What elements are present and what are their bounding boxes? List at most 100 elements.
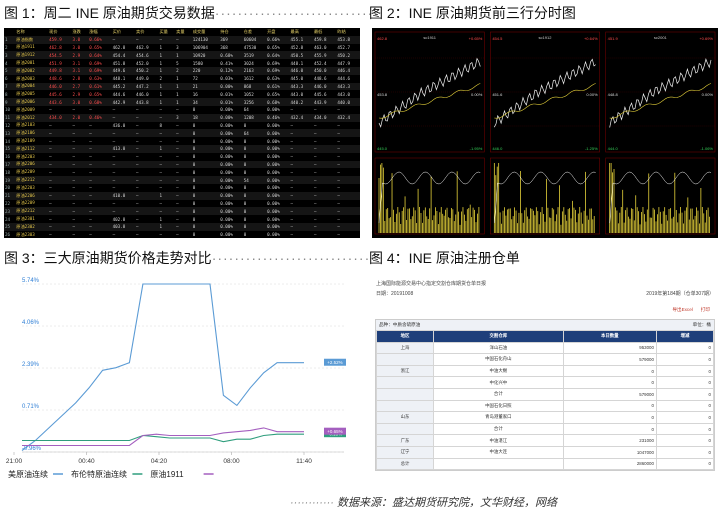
table-cell: — <box>290 122 294 128</box>
table-row[interactable]: 21 原油2206— — —410.0—1—0 0.00% 0 0.00% — — — <box>4 191 360 200</box>
table-cell: 18 <box>5 169 11 175</box>
table-cell: 442.9 <box>111 98 136 106</box>
table-cell: — <box>176 169 179 175</box>
table-cell: 449.8 <box>48 66 72 75</box>
table-row[interactable]: 23 原油2212— — — — — — —0 0.00% 0 0.00% — — — <box>4 207 360 216</box>
table-row[interactable]: 11 原油2012 434.0 2.0 0.46% — — —3 18 0.00% 1208 0.46… <box>4 113 360 122</box>
table-row[interactable]: 8 原油2005 445.6 2.9 0.65% 444.6 446.0 1 1 16 0.01% 1… <box>4 90 360 98</box>
table-cell: — <box>313 185 317 191</box>
print-button[interactable]: 打印 <box>701 307 710 313</box>
table-cell: 22 <box>5 200 11 206</box>
receipt-title: 上海国际能源交易中心指定交割仓库期货仓单日报 <box>376 281 487 287</box>
price-label: 451.6 <box>492 92 503 97</box>
table-cell: 0 <box>242 144 267 153</box>
table-cell: — <box>290 216 294 222</box>
table-row[interactable]: 16 原油2203 — — — — — — — 0 0.00% 0 0.00% — — — <box>4 153 360 161</box>
y-tick-label: -0.96% <box>22 446 42 452</box>
table-cell: 0 <box>192 107 196 113</box>
table-row: 辽宁 中油大连 1047000 0 <box>375 445 715 459</box>
table-cell: 0 <box>243 154 247 160</box>
table-row[interactable]: 15 原油2112— — —413.0—1—0 0.00% 0 0.00% — — — <box>4 144 360 153</box>
table-cell: 231000 <box>562 434 657 447</box>
price-label: 445.0 <box>377 146 388 151</box>
table-row[interactable]: 13 原油2106— — — — — — —0 0.00% 64 0.00% — — — <box>4 129 360 138</box>
table-cell: — <box>71 160 89 169</box>
table-row[interactable]: 19 原油2212— — — — — — —0 0.00% 54 0.00% — — — <box>4 176 360 184</box>
table-row[interactable]: 22 原油2209 — — — — — — — 0 0.00% 0 0.00% — — — <box>4 200 360 208</box>
table-row[interactable]: 1 原油指数 459.9 3.0 0.66% — — — —124130 369 60604 0.66… <box>4 35 360 44</box>
table-cell: 1052 <box>243 91 254 97</box>
table-cell: 中国石化日照 <box>433 399 564 413</box>
table-row[interactable]: 18 原油2209 — — — — — — — 0 0.00% 0 0.00% — — — <box>4 168 360 176</box>
table-cell: 60604 <box>242 35 267 44</box>
table-row[interactable]: 5 原油2002 449.8 3.1 0.69% 449.6 450.2 1 2 220 0.12%… <box>4 66 360 75</box>
table-cell: — <box>159 169 162 175</box>
table-cell: 436.0 <box>112 122 126 128</box>
table-cell: 0.00% <box>267 169 280 175</box>
table-row[interactable]: 25 原油2302— — —403.8—1—0 0.00% 0 0.00% — — — <box>4 222 360 231</box>
y-tick-label: 2.39% <box>22 362 40 368</box>
table-cell: 369 <box>219 35 243 44</box>
table-cell: — <box>175 176 192 184</box>
table-cell: — <box>135 176 159 184</box>
table-cell: 445.6 <box>49 91 62 97</box>
table-cell: 432.4 <box>336 113 360 122</box>
table-cell: — <box>175 207 192 216</box>
price-line <box>378 57 481 128</box>
table-cell: 总计 <box>375 457 435 471</box>
table-cell: 1208 <box>242 113 267 122</box>
table-cell: — <box>71 144 89 153</box>
table-cell: — <box>72 138 76 144</box>
table-cell: 2 <box>175 66 192 75</box>
table-cell: 434.0 <box>312 113 337 122</box>
table-cell: — <box>337 107 340 113</box>
table-cell: 原油2005 <box>16 91 35 97</box>
table-row[interactable]: 4 原油2001 451.9 3.1 0.69% 451.8 452.0 1 5 1580 0.41… <box>4 59 360 67</box>
table-row[interactable]: 20 原油2203 — — — — — — — 0 0.00% 0 0.00% — — — <box>4 184 360 192</box>
table-cell: 0.65% <box>267 91 280 97</box>
table-row[interactable]: 2 原油1911 462.8 3.0 0.65% 462.8 462.9 1 3 106904 36… <box>4 44 360 52</box>
table-cell: — <box>111 160 136 169</box>
table-cell: 14 <box>5 138 11 144</box>
table-cell: 0 <box>191 176 220 184</box>
table-cell: — <box>89 138 92 144</box>
table-cell: 0 <box>655 457 715 471</box>
header-cell: 买价 <box>112 28 122 34</box>
table-cell: 0.66% <box>266 35 290 44</box>
table-row[interactable]: 6 原油2003 448.6 2.8 0.63% 448.1 449.0 2 1 72 0.03% 1… <box>4 75 360 83</box>
table-cell: 0 <box>562 376 657 389</box>
table-cell: 450.2 <box>336 51 360 60</box>
table-cell: 19 <box>4 176 16 184</box>
table-cell: 1 <box>176 76 179 82</box>
table-row[interactable]: 26 原油2303 — — — — — — — 0 0.00% 0 0.00% — — — <box>4 231 360 238</box>
table-cell: 448.6 <box>49 76 62 82</box>
table-cell: 2.9 <box>71 51 89 60</box>
table-cell: 0 <box>562 399 657 413</box>
table-cell: 0.00% <box>219 207 243 216</box>
table-row[interactable]: 7 原油2004 446.0 2.7 0.61% 445.2 447.2 1 1 21 0.00% 8… <box>4 82 360 91</box>
table-cell: 0.00% <box>267 216 280 222</box>
table-cell: 合计 <box>433 422 564 436</box>
table-row[interactable]: 10 原油2009 — — — — — — — 0 0.00% 64 0.00% — — — <box>4 106 360 114</box>
table-cell: 446.0 <box>136 91 149 97</box>
export-excel-button[interactable]: 导出Excel <box>672 307 692 313</box>
table-cell: 0.00% <box>219 176 243 184</box>
table-cell: — <box>175 222 192 231</box>
table-cell: 原油2103 <box>16 122 35 128</box>
table-row[interactable]: 9 原油2006 443.6 3.0 0.68% 442.9 443.8 1 1 34 0.01% 3… <box>4 98 360 106</box>
table-row[interactable]: 24 原油2301 — — — 402.8 — 1 — 0 0.00% 0 0.00% — — — <box>4 215 360 223</box>
table-row[interactable]: 17 原油2206— — — — — — —0 0.00% 0 0.00% — — — <box>4 160 360 169</box>
table-cell: 0 <box>655 387 715 401</box>
table-row[interactable]: 14 原油2109 — — — — — — — 0 0.00% 0 0.00% — — — <box>4 137 360 145</box>
avg-price-line <box>494 83 596 119</box>
table-cell: 0.03% <box>220 76 233 82</box>
table-cell: — <box>159 107 162 113</box>
table-cell: — <box>136 216 139 222</box>
table-cell: 447.2 <box>135 82 159 91</box>
table-row[interactable]: 3 原油1912 454.5 2.9 0.64% 454.4 454.6 1 1 10920 0.6… <box>4 51 360 60</box>
table-row[interactable]: 12 原油2103 — — — 436.0 — 8 — 0 0.00% 0 0.00% — — — <box>4 122 360 130</box>
table-cell: — <box>48 222 72 231</box>
table-cell <box>375 376 435 389</box>
table-cell: — <box>337 232 340 238</box>
table-cell: — <box>111 113 136 122</box>
